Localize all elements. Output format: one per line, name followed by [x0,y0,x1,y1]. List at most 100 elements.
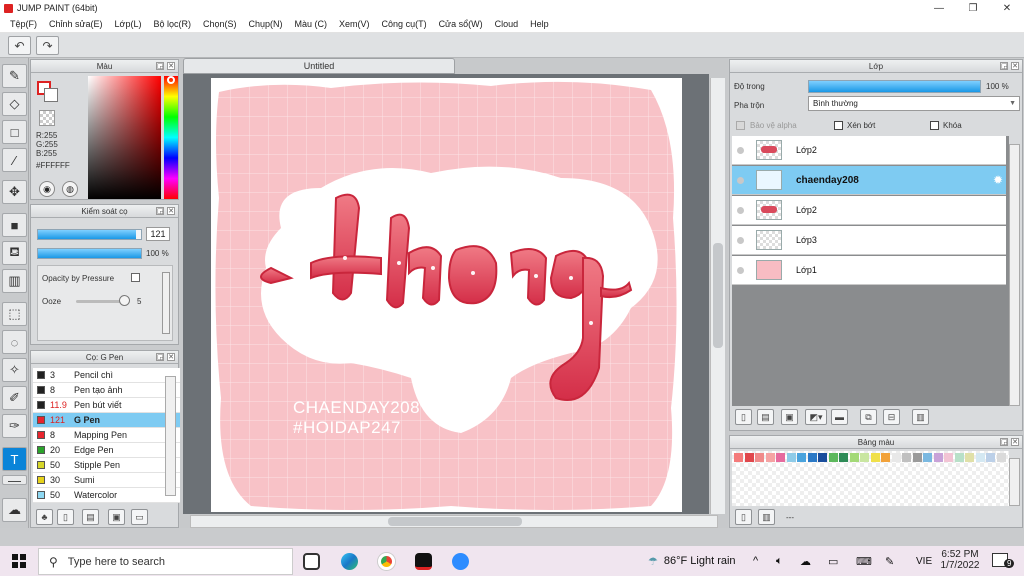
menu-view[interactable]: Xem(V) [333,19,376,29]
menu-cloud[interactable]: Cloud [489,19,525,29]
menu-capture[interactable]: Chụp(N) [243,19,289,29]
layer-visibility-icon[interactable] [737,176,744,184]
background-color-swatch[interactable] [44,88,58,102]
palette-scrollbar[interactable] [1009,458,1020,506]
menu-color[interactable]: Màu (C) [289,19,334,29]
document-tab[interactable]: Untitled [183,58,455,74]
pen-tool[interactable]: ✎ [2,64,27,88]
drawing-canvas[interactable]: CHAENDAY208 #HOIDAP247 [211,78,682,512]
palette-2-button[interactable]: ◍ [62,181,78,197]
layer-menu-button[interactable]: ◩▾ [805,409,827,425]
clock[interactable]: 6:52 PM 1/7/2022 [940,549,980,571]
layer-opacity-slider[interactable] [808,80,981,93]
panel-close-icon[interactable]: ✕ [1011,62,1019,70]
palette-swatch[interactable] [807,453,817,462]
bucket-tool[interactable]: ⛾ [2,241,27,265]
clipping-checkbox[interactable] [834,121,843,130]
chrome-browser-icon[interactable] [378,553,395,570]
brush-menu-button[interactable]: ▤ [82,509,99,525]
layer-row[interactable]: Lớp2 [732,196,1006,225]
pen-ink-icon[interactable]: ✎ [885,546,894,576]
brush-folder-button[interactable]: ▭ [131,509,148,525]
palette-swatch[interactable] [954,453,964,462]
palette-swatch[interactable] [965,453,974,462]
keyboard-icon[interactable]: ⌨ [856,546,872,576]
palette-swatch[interactable] [860,453,869,462]
minimize-button[interactable]: — [922,0,956,16]
palette-swatch[interactable] [765,453,775,462]
cloud-tool[interactable]: ☁ [2,498,27,522]
weather-widget[interactable]: ☂ 86°F Light rain [648,546,736,576]
select-rect-tool[interactable]: ⬚ [2,302,27,326]
menu-help[interactable]: Help [524,19,555,29]
menu-filter[interactable]: Bộ lọc(R) [147,19,197,29]
select-pen-tool[interactable]: ✐ [2,386,27,410]
palette-swatch[interactable] [923,453,932,462]
chevron-up-icon[interactable]: ^ [753,546,758,576]
palette-swatch[interactable] [744,453,754,462]
panel-close-icon[interactable]: ✕ [167,207,175,215]
gear-icon[interactable]: ✹ [993,173,1003,187]
palette-swatch[interactable] [870,453,880,462]
volume-icon[interactable]: 🔈︎ [776,546,783,576]
new-palette-button[interactable]: ▯ [735,509,752,525]
options-scrollbar[interactable] [162,272,170,334]
rect-tool[interactable]: □ [2,120,27,144]
saturation-value-picker[interactable] [88,76,161,199]
palette-swatch[interactable] [776,453,785,462]
palette-swatch[interactable] [933,453,943,462]
menu-select[interactable]: Chọn(S) [197,19,243,29]
gradient-tool[interactable]: ▥ [2,269,27,293]
move-tool[interactable]: ✥ [2,180,27,204]
duplicate-layer-button[interactable]: ⧉ [860,409,877,425]
palette-swatch[interactable] [786,453,796,462]
blend-mode-select[interactable]: Bình thường ▼ [808,96,1020,111]
opacity-by-pressure-checkbox[interactable] [131,273,140,282]
panel-float-icon[interactable]: ◲ [1000,438,1008,446]
task-view-icon[interactable] [303,553,320,570]
layer-list-scrollbar[interactable] [1009,144,1020,406]
layer-row[interactable]: chaenday208 ✹ [732,166,1006,195]
lock-checkbox[interactable] [930,121,939,130]
divider-tool[interactable]: — [2,473,27,488]
brush-cloud-button[interactable]: ♣ [36,509,53,525]
hue-slider[interactable] [164,76,178,199]
palette-button[interactable]: ◉ [39,181,55,197]
menu-file[interactable]: Tệp(F) [4,19,43,29]
panel-close-icon[interactable]: ✕ [1011,438,1019,446]
protect-alpha-checkbox[interactable] [736,121,745,130]
network-icon[interactable]: ▭ [828,546,838,576]
edge-browser-icon[interactable] [341,553,358,570]
layer-visibility-icon[interactable] [737,146,744,154]
layer-visibility-icon[interactable] [737,266,744,274]
new-brush-button[interactable]: ▯ [57,509,74,525]
brush-list-scrollbar[interactable] [165,376,176,496]
brush-size-slider[interactable] [37,229,142,240]
layer-visibility-icon[interactable] [737,236,744,244]
zoom-app-icon[interactable] [452,553,469,570]
canvas-horizontal-scrollbar[interactable] [190,515,718,528]
delete-palette-button[interactable]: ▥ [758,509,775,525]
delete-layer-button[interactable]: ▥ [912,409,929,425]
menu-layer[interactable]: Lớp(L) [109,19,148,29]
onedrive-icon[interactable]: ☁ [800,546,811,576]
panel-float-icon[interactable]: ◲ [156,207,164,215]
palette-swatch[interactable] [755,453,764,462]
palette-swatch[interactable] [996,453,1006,462]
palette-swatch[interactable] [734,453,743,462]
palette-swatch[interactable] [891,453,901,462]
undo-button[interactable]: ↶ [8,36,31,55]
close-button[interactable]: ✕ [990,0,1024,16]
layer-visibility-icon[interactable] [737,206,744,214]
palette-swatch[interactable] [902,453,911,462]
palette-swatch[interactable] [828,453,838,462]
text-tool[interactable]: T [2,447,27,471]
eyedropper-tool[interactable]: ⁄ [2,148,27,172]
maximize-button[interactable]: ❐ [956,0,990,16]
lasso-tool[interactable]: ◌ [2,330,27,354]
horizontal-scroll-thumb[interactable] [388,517,522,526]
menu-tools[interactable]: Công cụ(T) [376,19,433,29]
panel-float-icon[interactable]: ◲ [156,353,164,361]
layer-folder-button[interactable]: ▬ [831,409,848,425]
palette-swatch[interactable] [944,453,953,462]
